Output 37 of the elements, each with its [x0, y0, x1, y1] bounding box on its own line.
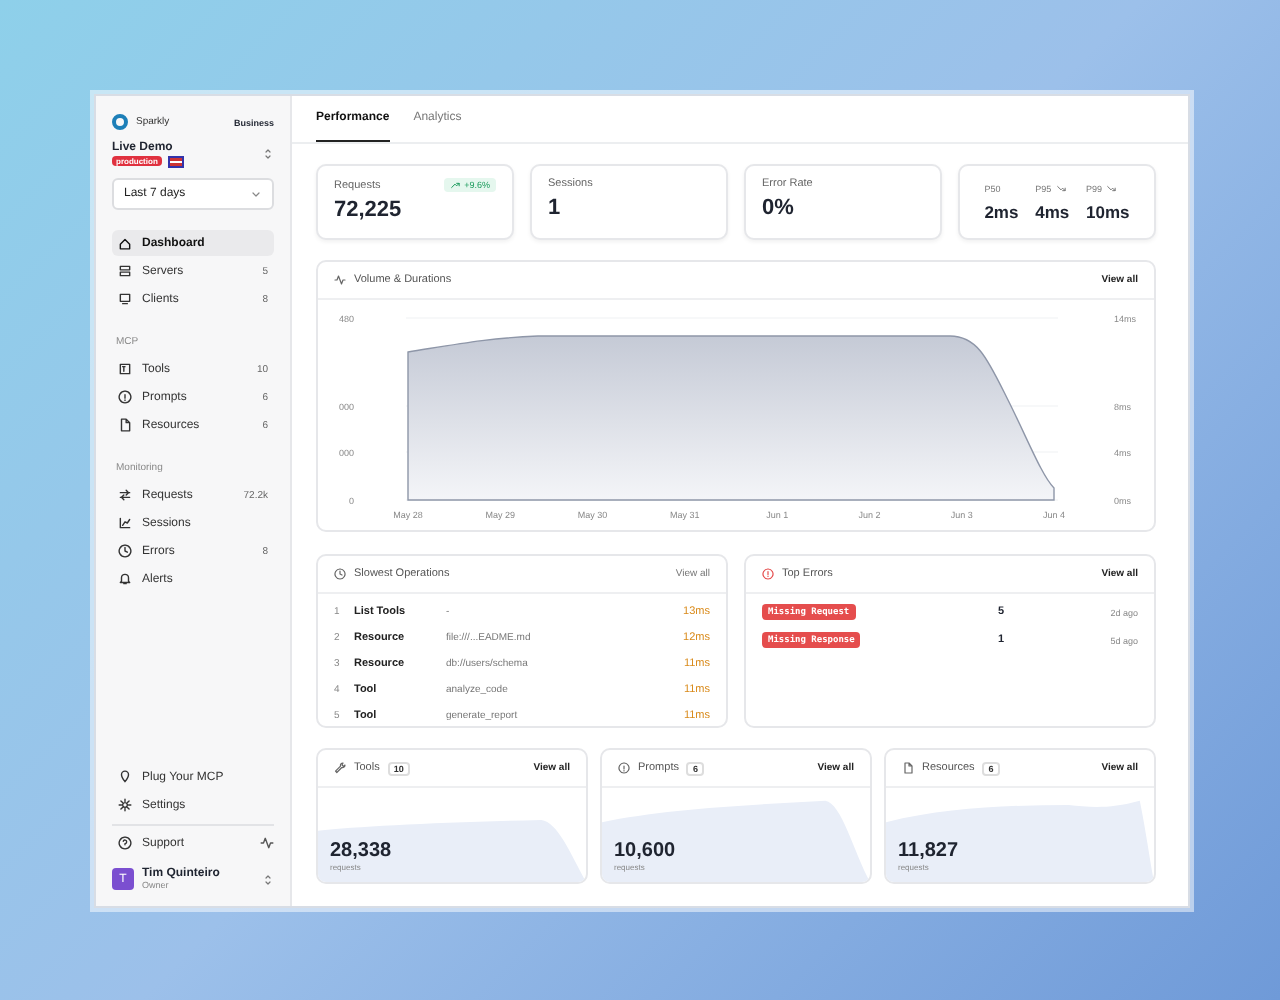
activity-icon	[334, 274, 346, 286]
chart-icon	[118, 516, 132, 530]
trend-up-icon	[450, 180, 461, 190]
chevron-icon	[250, 188, 262, 200]
summary-value: 10,600	[614, 840, 676, 862]
stat-value: 1	[548, 196, 563, 220]
activity-icon	[260, 836, 274, 850]
metric-value: 2ms	[984, 201, 1019, 221]
arrows-icon	[118, 488, 132, 502]
summary-value: 28,338	[330, 840, 392, 862]
stat-value: 72,225	[334, 198, 404, 222]
updown-icon	[262, 148, 274, 160]
server-icon	[118, 264, 132, 278]
settings-icon	[118, 798, 132, 812]
trend-down-icon	[1055, 183, 1066, 193]
home-icon	[118, 236, 132, 250]
clock-icon	[334, 568, 346, 580]
updown-icon	[262, 873, 274, 885]
summary-value: 11,827	[898, 840, 959, 862]
info-icon	[618, 762, 630, 774]
stat-value: 0%	[762, 196, 796, 220]
pin-icon	[118, 770, 132, 784]
help-icon	[118, 836, 132, 850]
info-icon	[118, 390, 132, 404]
clock-icon	[118, 544, 132, 558]
monitor-icon	[118, 292, 132, 306]
metric-value: 4ms	[1035, 201, 1070, 221]
alert-icon	[762, 568, 774, 580]
flag-icon	[169, 157, 182, 165]
tool-icon	[118, 362, 132, 376]
file-icon	[118, 418, 132, 432]
logo-icon	[112, 114, 128, 130]
file-icon	[902, 762, 914, 774]
metric-value: 10ms	[1086, 201, 1130, 221]
trend-down-icon	[1106, 183, 1117, 193]
bell-icon	[118, 572, 132, 586]
wrench-icon	[334, 762, 346, 774]
